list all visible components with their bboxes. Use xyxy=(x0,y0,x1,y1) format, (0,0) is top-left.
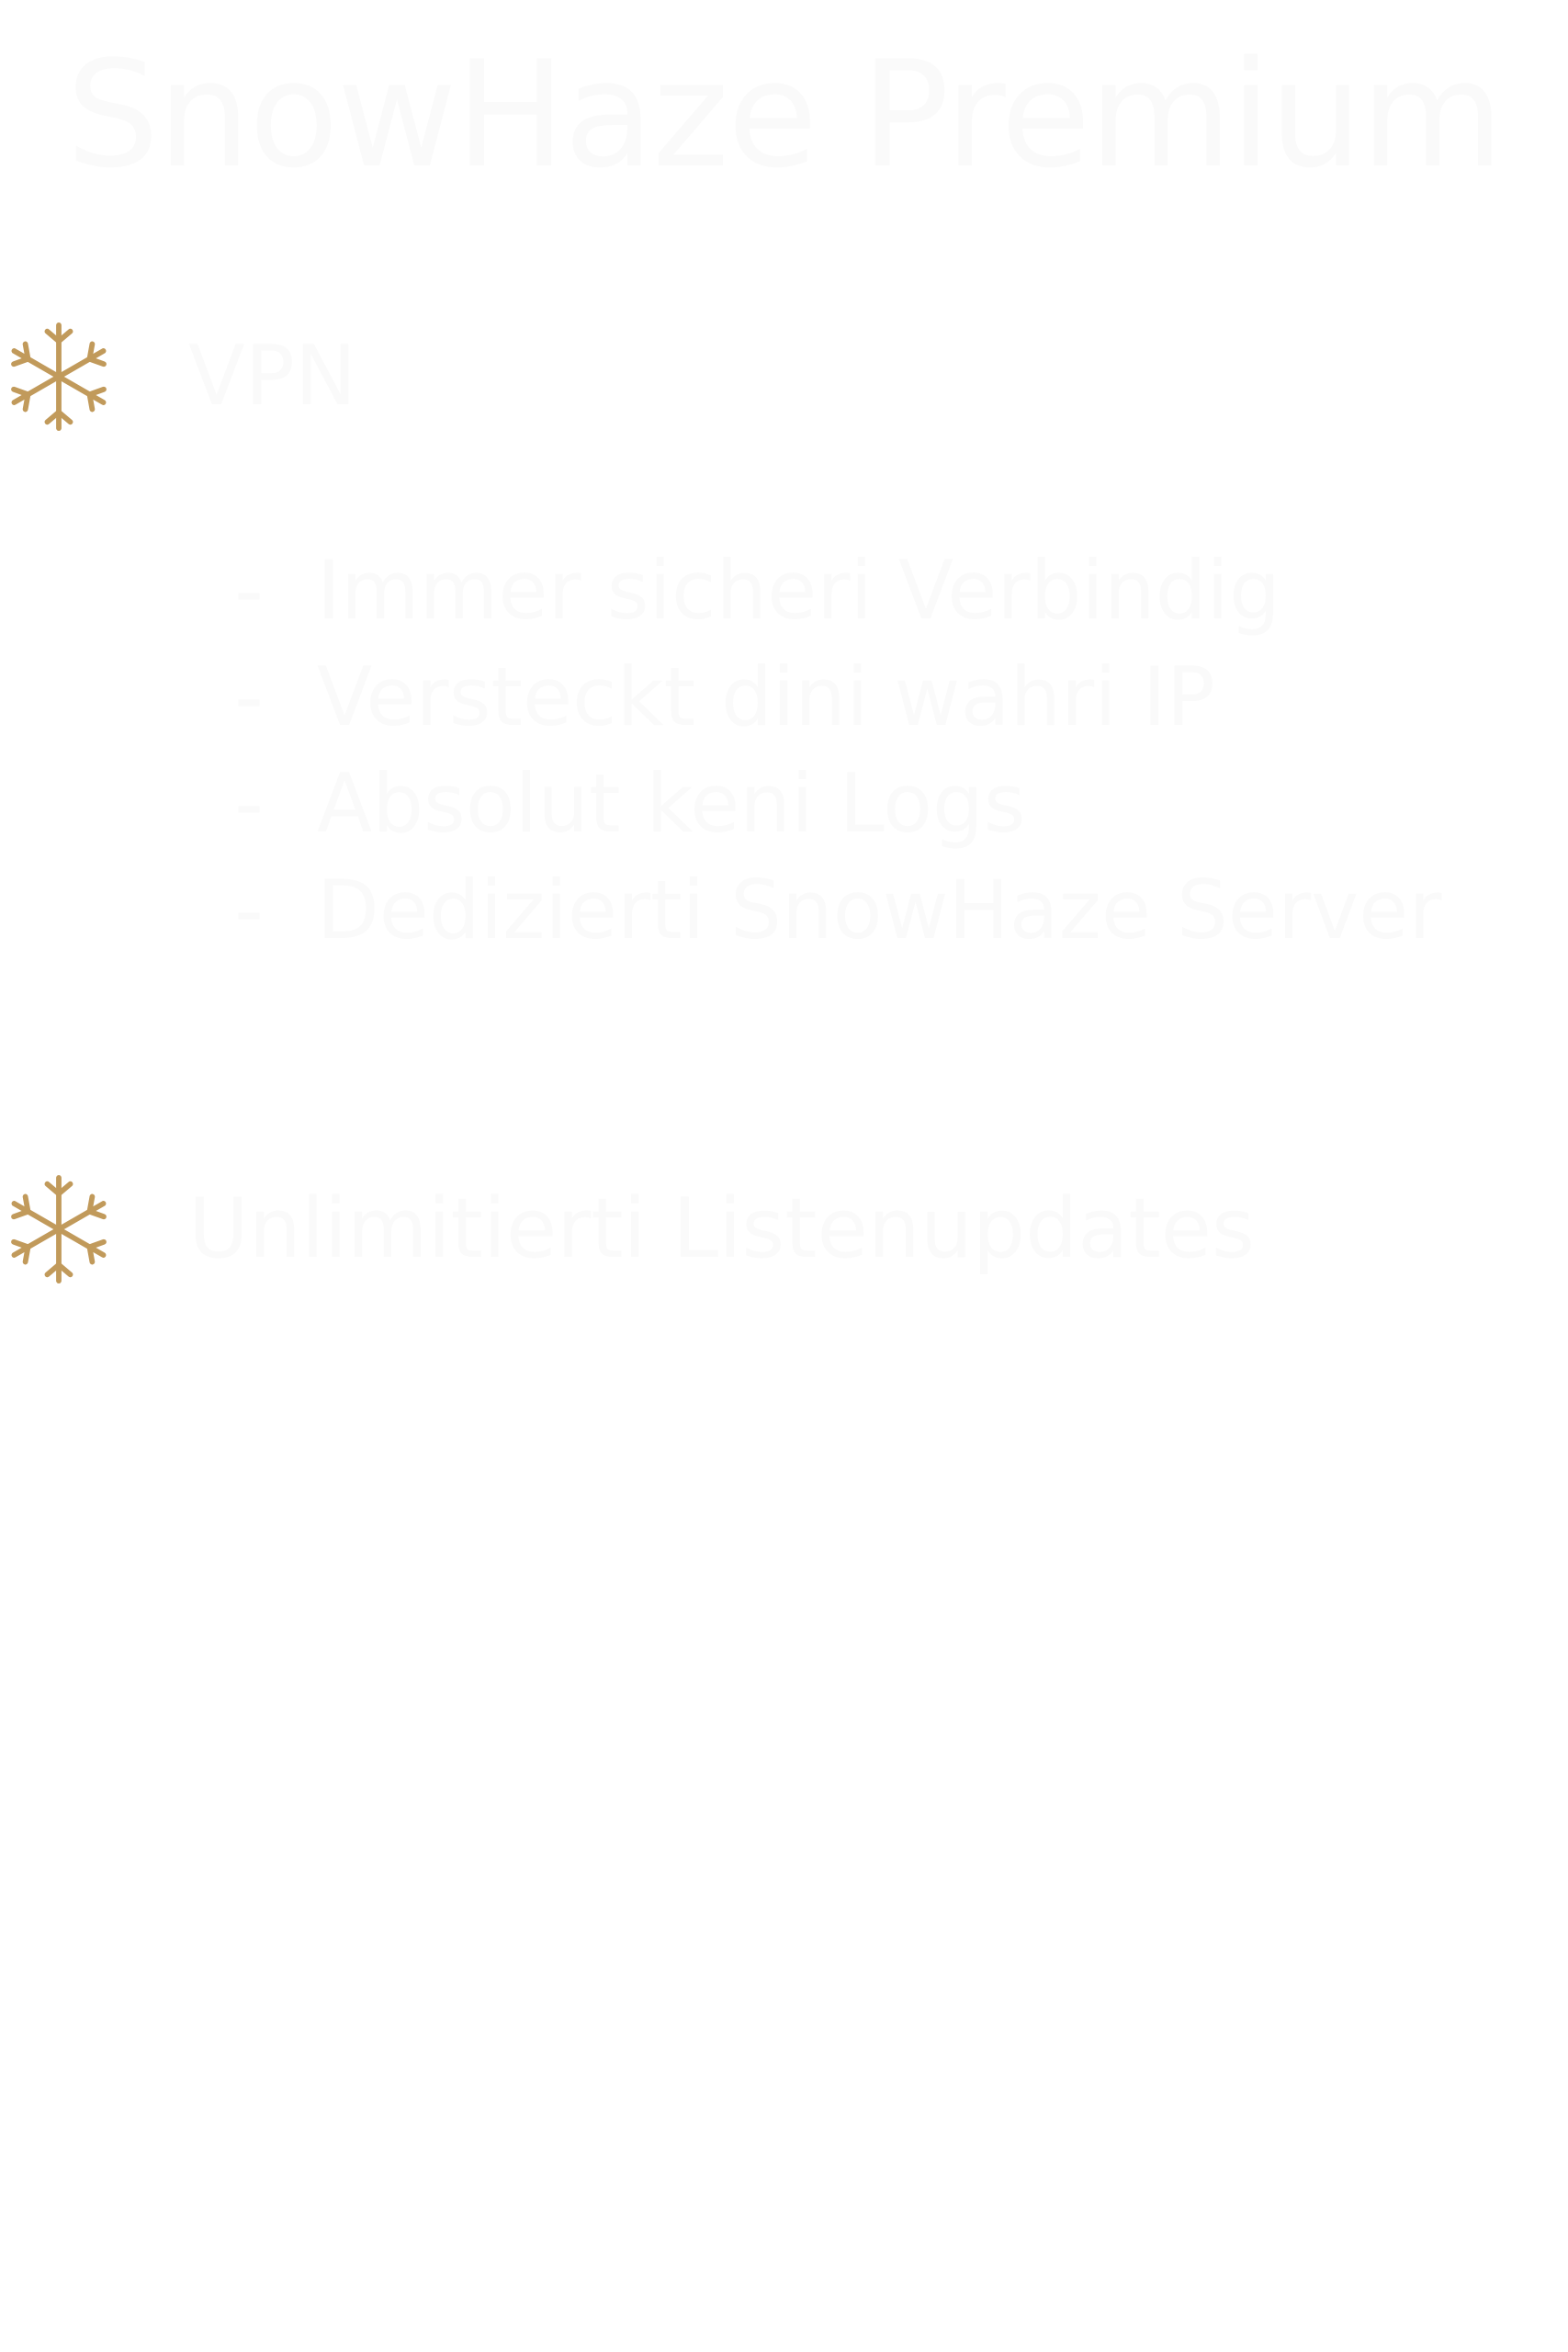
list-item: - Immer sicheri Verbindig xyxy=(234,543,1280,638)
list-item: - Versteckt dini wahri IP xyxy=(234,650,1215,744)
snowflake-icon xyxy=(11,1175,107,1283)
feature-title-list-updates: Unlimitierti Listenupdates xyxy=(188,1181,1255,1277)
feature-title-vpn: VPN xyxy=(188,328,357,424)
vpn-bullet-list: - Immer sicheri Verbindig - Versteckt dini… xyxy=(234,537,1442,964)
snowflake-icon xyxy=(11,322,107,431)
list-item: - Absolut keni Logs xyxy=(234,756,1026,851)
list-item: - Dedizierti SnowHaze Server xyxy=(234,863,1442,957)
page-title: SnowHaze Premium xyxy=(65,28,1504,200)
